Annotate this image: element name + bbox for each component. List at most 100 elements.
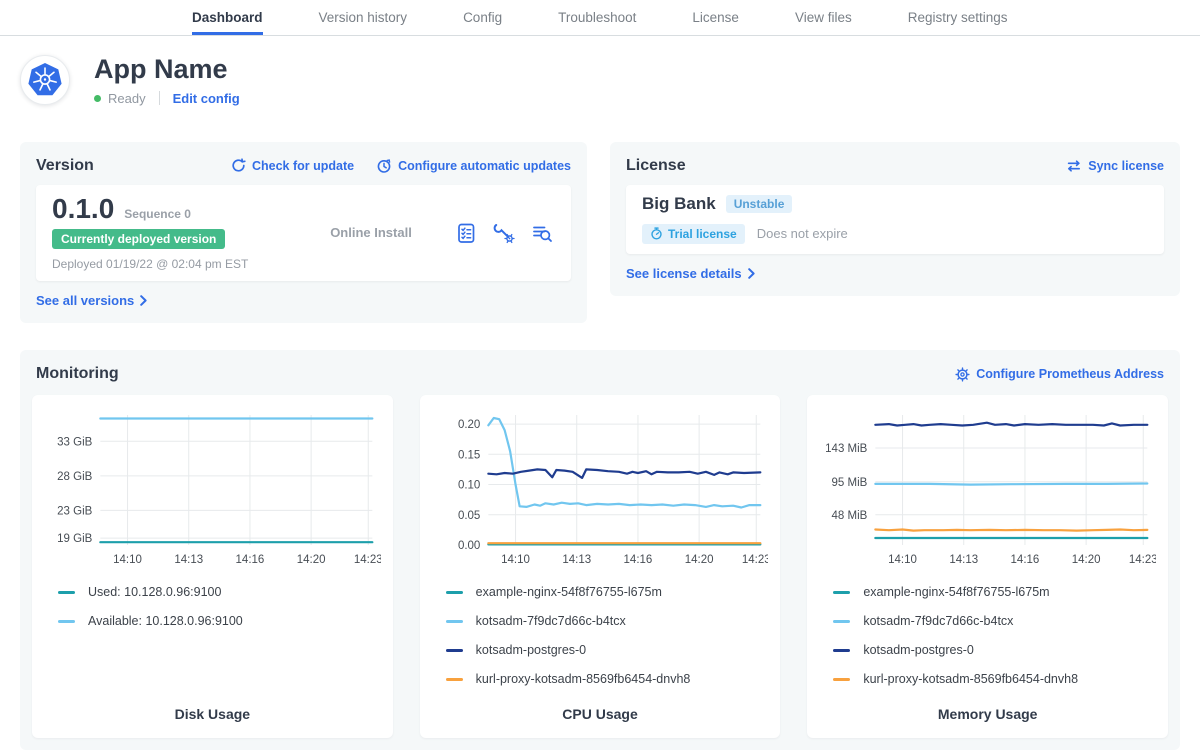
- memory-usage-legend: example-nginx-54f8f76755-l675mkotsadm-7f…: [833, 585, 1156, 701]
- version-card-header: Version Check for update: [36, 157, 571, 175]
- memory-usage-panel: 143 MiB95 MiB48 MiB14:1014:1314:1614:201…: [807, 395, 1168, 738]
- legend-label: example-nginx-54f8f76755-l675m: [476, 585, 662, 599]
- check-for-update-link[interactable]: Check for update: [231, 158, 354, 173]
- legend-marker: [833, 620, 850, 623]
- gear-icon: [955, 367, 970, 382]
- see-license-details-link[interactable]: See license details: [626, 266, 755, 281]
- svg-text:14:23: 14:23: [742, 554, 769, 566]
- configure-prometheus-label: Configure Prometheus Address: [976, 367, 1164, 381]
- version-sequence: Sequence 0: [124, 207, 191, 221]
- page-title: App Name: [94, 55, 240, 85]
- legend-label: kotsadm-postgres-0: [863, 643, 973, 657]
- license-name-row: Big Bank Unstable: [642, 194, 1148, 214]
- legend-marker: [58, 591, 75, 594]
- svg-text:14:16: 14:16: [1011, 554, 1040, 566]
- version-card-title: Version: [36, 157, 94, 175]
- edit-config-wrench-icon[interactable]: [493, 222, 515, 244]
- tab-license[interactable]: License: [692, 0, 739, 35]
- configure-automatic-updates-link[interactable]: Configure automatic updates: [376, 158, 571, 174]
- svg-text:33 GiB: 33 GiB: [57, 437, 92, 449]
- svg-text:23 GiB: 23 GiB: [57, 506, 92, 518]
- legend-marker: [446, 678, 463, 681]
- kots-admin-dashboard: Dashboard Version history Config Troublesho…: [0, 0, 1200, 750]
- cards-row: Version Check for update: [20, 142, 1180, 324]
- legend-marker: [446, 591, 463, 594]
- svg-text:14:20: 14:20: [684, 554, 713, 566]
- legend-item: Available: 10.128.0.96:9100: [58, 614, 381, 628]
- license-name: Big Bank: [642, 194, 716, 214]
- status-row: Ready Edit config: [94, 91, 240, 106]
- legend-label: kotsadm-postgres-0: [476, 643, 586, 657]
- check-for-update-label: Check for update: [252, 159, 354, 173]
- license-type-row: Trial license Does not expire: [642, 224, 1148, 244]
- sync-arrows-icon: [1066, 159, 1082, 173]
- legend-item: kotsadm-7f9dc7d66c-b4tcx: [446, 614, 769, 628]
- version-info: 0.1.0 Sequence 0 Currently deployed vers…: [52, 194, 287, 272]
- see-all-versions-link[interactable]: See all versions: [36, 293, 147, 308]
- legend-item: Used: 10.128.0.96:9100: [58, 585, 381, 599]
- install-type-label: Online Install: [287, 225, 455, 240]
- license-expiry: Does not expire: [757, 226, 848, 241]
- configure-prometheus-link[interactable]: Configure Prometheus Address: [955, 367, 1164, 382]
- tab-dashboard[interactable]: Dashboard: [192, 0, 263, 35]
- status-dot: [94, 95, 101, 102]
- legend-marker: [58, 620, 75, 623]
- monitoring-card: Monitoring: [20, 350, 1180, 750]
- cpu-usage-title: CPU Usage: [432, 706, 769, 728]
- legend-item: kurl-proxy-kotsadm-8569fb6454-dnvh8: [446, 672, 769, 686]
- svg-text:143 MiB: 143 MiB: [825, 444, 868, 456]
- svg-text:14:10: 14:10: [501, 554, 530, 566]
- app-header: App Name Ready Edit config: [20, 55, 1180, 106]
- monitoring-title: Monitoring: [36, 365, 119, 383]
- app-meta: App Name Ready Edit config: [94, 55, 240, 106]
- update-clock-icon: [376, 158, 392, 174]
- legend-label: kotsadm-7f9dc7d66c-b4tcx: [863, 614, 1013, 628]
- license-card-header: License Sync license: [626, 157, 1164, 175]
- configure-automatic-updates-label: Configure automatic updates: [398, 159, 571, 173]
- tab-view-files[interactable]: View files: [795, 0, 852, 35]
- memory-usage-title: Memory Usage: [819, 706, 1156, 728]
- svg-text:14:13: 14:13: [950, 554, 979, 566]
- svg-text:0.10: 0.10: [458, 480, 480, 492]
- svg-text:19 GiB: 19 GiB: [57, 534, 92, 546]
- legend-marker: [833, 678, 850, 681]
- top-nav: Dashboard Version history Config Troublesho…: [0, 0, 1200, 36]
- svg-text:0.15: 0.15: [458, 450, 480, 462]
- version-number-row: 0.1.0 Sequence 0: [52, 194, 287, 225]
- tab-config[interactable]: Config: [463, 0, 502, 35]
- edit-config-link[interactable]: Edit config: [173, 91, 240, 106]
- tab-registry-settings[interactable]: Registry settings: [908, 0, 1008, 35]
- view-logs-icon[interactable]: [531, 222, 553, 244]
- legend-item: kotsadm-postgres-0: [446, 643, 769, 657]
- svg-text:0.00: 0.00: [458, 540, 480, 552]
- tab-version-history[interactable]: Version history: [319, 0, 408, 35]
- svg-text:14:23: 14:23: [354, 554, 381, 566]
- svg-text:14:16: 14:16: [623, 554, 652, 566]
- kubernetes-logo-icon: [20, 55, 70, 105]
- svg-text:14:10: 14:10: [113, 554, 142, 566]
- memory-usage-chart: 143 MiB95 MiB48 MiB14:1014:1314:1614:201…: [819, 407, 1156, 571]
- svg-text:14:13: 14:13: [562, 554, 591, 566]
- svg-text:0.05: 0.05: [458, 510, 480, 522]
- tab-troubleshoot[interactable]: Troubleshoot: [558, 0, 636, 35]
- monitoring-header: Monitoring: [36, 365, 1164, 383]
- legend-item: example-nginx-54f8f76755-l675m: [446, 585, 769, 599]
- divider: [159, 91, 160, 105]
- cpu-usage-chart: 0.200.150.100.050.0014:1014:1314:1614:20…: [432, 407, 769, 571]
- see-license-details-label: See license details: [626, 266, 742, 281]
- sync-license-label: Sync license: [1088, 159, 1164, 173]
- see-all-versions-label: See all versions: [36, 293, 134, 308]
- svg-text:14:20: 14:20: [297, 554, 326, 566]
- legend-marker: [446, 649, 463, 652]
- license-card: License Sync license: [610, 142, 1180, 296]
- version-action-icons: [455, 222, 555, 244]
- chevron-right-icon: [140, 295, 147, 306]
- current-version-panel: 0.1.0 Sequence 0 Currently deployed vers…: [36, 185, 571, 282]
- sync-license-link[interactable]: Sync license: [1066, 159, 1164, 173]
- svg-text:14:10: 14:10: [888, 554, 917, 566]
- version-card-actions: Check for update Configure automatic upd…: [231, 158, 571, 174]
- legend-item: kotsadm-postgres-0: [833, 643, 1156, 657]
- deployed-badge: Currently deployed version: [52, 229, 225, 249]
- license-panel: Big Bank Unstable Trial license: [626, 185, 1164, 254]
- preflight-checks-icon[interactable]: [455, 222, 477, 244]
